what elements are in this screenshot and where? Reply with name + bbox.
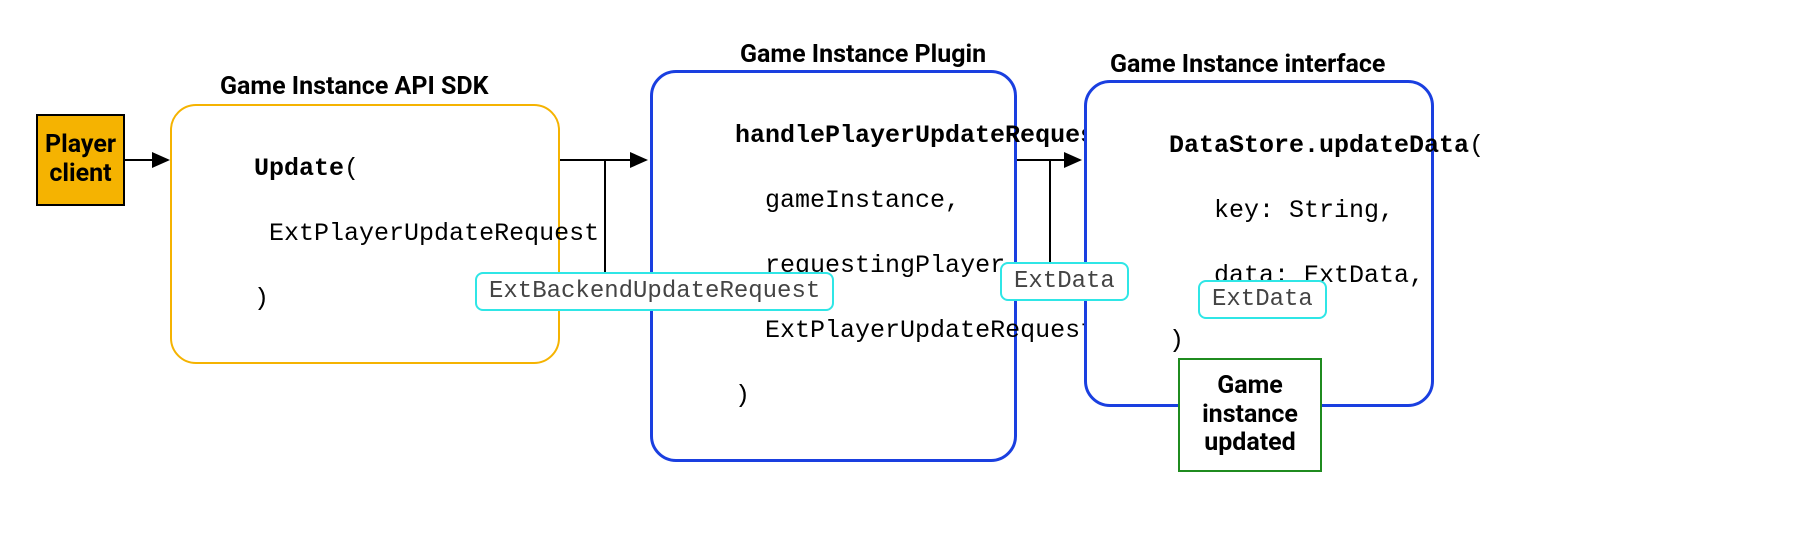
sdk-param-0: ExtPlayerUpdateRequest bbox=[269, 219, 599, 248]
plugin-box: handlePlayerUpdateRequest( gameInstance,… bbox=[650, 70, 1017, 462]
result-box: Gameinstanceupdated bbox=[1178, 358, 1322, 472]
sdk-fn: Update bbox=[254, 154, 344, 183]
player-client-box: Playerclient bbox=[36, 114, 125, 206]
plugin-fn: handlePlayerUpdateRequest bbox=[735, 121, 1110, 150]
plugin-param-0: gameInstance, bbox=[765, 186, 960, 215]
plugin-param-2: ExtPlayerUpdateRequest bbox=[765, 316, 1095, 345]
tag-sdk-to-plugin: ExtBackendUpdateRequest bbox=[475, 272, 834, 311]
diagram-canvas: Playerclient Game Instance API SDK Updat… bbox=[0, 0, 1803, 554]
tag-iface-out: ExtData bbox=[1198, 280, 1327, 319]
sdk-box: Update( ExtPlayerUpdateRequest ) bbox=[170, 104, 560, 364]
sdk-title: Game Instance API SDK bbox=[220, 72, 489, 101]
iface-param-0: key: String, bbox=[1214, 196, 1394, 225]
iface-fn: DataStore.updateData bbox=[1169, 131, 1469, 160]
iface-title: Game Instance interface bbox=[1110, 50, 1385, 79]
result-label: Gameinstanceupdated bbox=[1202, 372, 1298, 458]
tag-plugin-to-iface: ExtData bbox=[1000, 262, 1129, 301]
plugin-title: Game Instance Plugin bbox=[740, 40, 986, 69]
player-client-label: Playerclient bbox=[45, 131, 116, 189]
